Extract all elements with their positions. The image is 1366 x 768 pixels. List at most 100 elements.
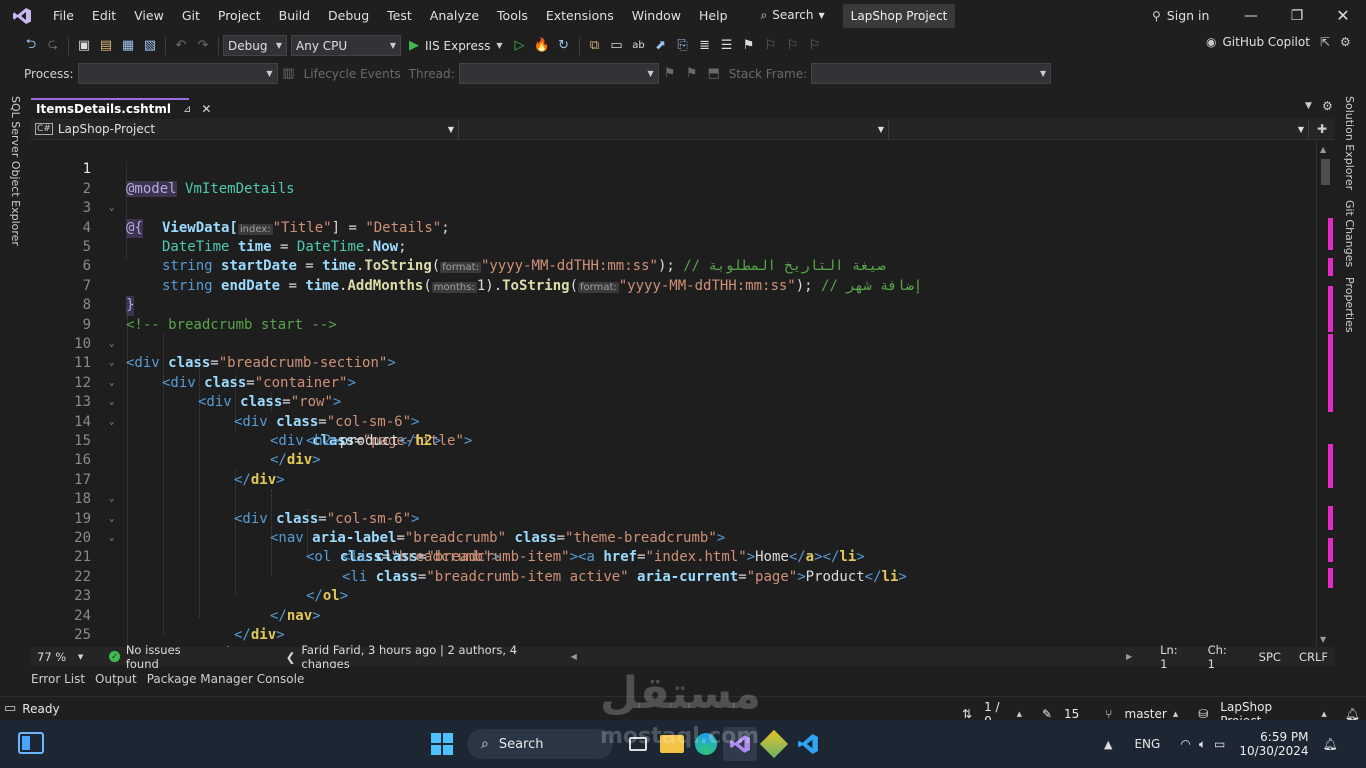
repository-icon[interactable]: ⛁ <box>1192 707 1214 721</box>
start-debugging-button[interactable]: ▶ IIS Express ▼ <box>409 38 503 53</box>
sql-server-object-explorer-tab[interactable]: SQL Server Object Explorer <box>9 96 22 246</box>
comment-icon[interactable]: ☰ <box>716 35 738 57</box>
stack-frame-select[interactable]: ▼ <box>811 63 1052 84</box>
horizontal-scrollbar[interactable] <box>577 656 1126 657</box>
refresh-icon[interactable]: ↻ <box>553 35 575 57</box>
zoom-select[interactable]: 77 % ▼ <box>31 650 89 664</box>
show-threads-icon[interactable]: ⚑ <box>681 63 703 85</box>
widgets-icon[interactable] <box>18 732 44 754</box>
lifecycle-label[interactable]: Lifecycle Events <box>300 67 405 81</box>
scroll-down-icon[interactable]: ▼ <box>1320 635 1326 644</box>
prev-bookmark-icon[interactable]: ⚐ <box>760 35 782 57</box>
sync-icon[interactable]: ⇅ <box>956 707 978 721</box>
wifi-icon[interactable]: ◠ <box>1180 737 1190 751</box>
configuration-select[interactable]: Debug ▼ <box>223 35 287 56</box>
stack-icon[interactable]: ⬒ <box>703 63 725 85</box>
hot-reload-icon[interactable]: 🔥 <box>531 35 553 57</box>
type-scope-select[interactable]: ▼ <box>459 119 889 139</box>
branch-icon[interactable]: ⑂ <box>1099 707 1118 721</box>
tab-overflow-icon[interactable]: ▼ <box>1305 101 1312 111</box>
scroll-thumb[interactable] <box>1321 159 1330 185</box>
line-ending-indicator[interactable]: CRLF <box>1293 650 1334 664</box>
menu-git[interactable]: Git <box>173 0 209 31</box>
next-bookmark-icon[interactable]: ⚐ <box>782 35 804 57</box>
menu-extensions[interactable]: Extensions <box>537 0 623 31</box>
git-changes-tab[interactable]: Git Changes <box>1343 200 1356 267</box>
branch-name[interactable]: master <box>1119 707 1173 721</box>
package-manager-console-tab[interactable]: Package Manager Console <box>142 672 310 686</box>
split-editor-icon[interactable]: ✚ <box>1309 122 1327 136</box>
menu-tools[interactable]: Tools <box>488 0 537 31</box>
restore-icon[interactable]: ❐ <box>1274 0 1320 31</box>
code-editor[interactable]: 1 @model VmItemDetails 2 ⌄ @{ 3 ViewData… <box>31 141 1314 647</box>
pencil-icon[interactable]: ✎ <box>1036 707 1058 721</box>
menu-debug[interactable]: Debug <box>319 0 378 31</box>
redo-icon[interactable]: ↷ <box>192 35 214 57</box>
menu-build[interactable]: Build <box>270 0 319 31</box>
open-folder-icon[interactable]: ▤ <box>95 35 117 57</box>
minimize-icon[interactable]: — <box>1228 0 1274 31</box>
windows-start-icon[interactable] <box>425 727 459 761</box>
indent-icon[interactable]: ≣ <box>694 35 716 57</box>
column-indicator[interactable]: Ch: 1 <box>1202 643 1243 671</box>
close-icon[interactable]: ✕ <box>1320 0 1366 31</box>
project-scope-select[interactable]: C# LapShop-Project ▼ <box>31 119 459 139</box>
notification-icon[interactable]: 🔔︎ <box>1323 737 1338 751</box>
member-scope-select[interactable]: ▼ <box>889 119 1309 139</box>
git-blame-info[interactable]: ❮ Farid Farid, 3 hours ago | 2 authors, … <box>280 643 565 671</box>
document-tab[interactable]: ItemsDetails.cshtml ⊿ ✕ <box>31 98 211 118</box>
battery-icon[interactable]: ▭ <box>1214 737 1225 751</box>
search-button[interactable]: ⌕ Search ▼ <box>753 0 833 31</box>
sql-tool-icon[interactable] <box>757 727 791 761</box>
menu-file[interactable]: File <box>44 0 83 31</box>
flag-thread-icon[interactable]: ⚑ <box>659 63 681 85</box>
pin-icon[interactable]: ⊿ <box>183 104 191 115</box>
line-indicator[interactable]: Ln: 1 <box>1154 643 1194 671</box>
menu-edit[interactable]: Edit <box>83 0 125 31</box>
taskbar-search-box[interactable]: ⌕ Search <box>467 729 613 759</box>
menu-analyze[interactable]: Analyze <box>421 0 488 31</box>
scroll-up-icon[interactable]: ▲ <box>1320 145 1326 154</box>
github-copilot-button[interactable]: ◉ GitHub Copilot ⇱ ⚙ <box>1206 35 1351 49</box>
tray-chevron-up-icon[interactable]: ▲ <box>1104 738 1112 751</box>
notifications-bell-icon[interactable]: 🔔︎ <box>1339 707 1366 721</box>
clock[interactable]: 6:59 PM 10/30/2024 <box>1239 730 1308 758</box>
platform-select[interactable]: Any CPU ▼ <box>291 35 401 56</box>
menu-project[interactable]: Project <box>209 0 270 31</box>
whitespace-indicator[interactable]: SPC <box>1253 650 1287 664</box>
thread-select[interactable]: ▼ <box>458 63 659 84</box>
sign-in-button[interactable]: ⚲ Sign in <box>1152 0 1209 31</box>
close-tab-icon[interactable]: ✕ <box>201 102 211 116</box>
process-select[interactable]: ▼ <box>77 63 278 84</box>
forward-icon[interactable]: ⮎ <box>42 35 64 57</box>
back-icon[interactable]: ⮌ <box>20 35 42 57</box>
solution-explorer-tab[interactable]: Solution Explorer <box>1343 96 1356 190</box>
copy-icon[interactable]: ⎘ <box>672 35 694 57</box>
start-without-debugging-icon[interactable]: ▷ <box>509 35 531 57</box>
gear-icon[interactable]: ⚙ <box>1322 99 1333 113</box>
menu-help[interactable]: Help <box>690 0 737 31</box>
undo-icon[interactable]: ↶ <box>170 35 192 57</box>
issues-indicator[interactable]: ✓ No issues found <box>103 643 219 671</box>
horizontal-scroll-right-icon[interactable]: ▶ <box>1126 652 1132 661</box>
properties-tab[interactable]: Properties <box>1343 277 1356 333</box>
input-language[interactable]: ENG <box>1134 737 1160 751</box>
menu-window[interactable]: Window <box>623 0 690 31</box>
vscode-icon[interactable] <box>791 727 825 761</box>
error-list-tab[interactable]: Error List <box>26 672 90 686</box>
save-all-icon[interactable]: ▧ <box>139 35 161 57</box>
volume-icon[interactable]: 🔈︎ <box>1199 737 1206 752</box>
lifecycle-icon[interactable]: ▥ <box>278 63 300 85</box>
browser-link-icon[interactable]: ⧉ <box>584 35 606 57</box>
layout-icon[interactable]: ▭ <box>606 35 628 57</box>
output-tab[interactable]: Output <box>90 672 142 686</box>
spell-check-icon[interactable]: ab <box>628 35 650 57</box>
bookmark-icon[interactable]: ⚑ <box>738 35 760 57</box>
select-element-icon[interactable]: ⬈ <box>650 35 672 57</box>
save-icon[interactable]: ▦ <box>117 35 139 57</box>
menu-test[interactable]: Test <box>378 0 421 31</box>
clear-bookmarks-icon[interactable]: ⚐ <box>804 35 826 57</box>
menu-view[interactable]: View <box>125 0 173 31</box>
visual-studio-logo-icon[interactable] <box>0 0 44 31</box>
pending-changes-count[interactable]: 15 <box>1058 707 1085 721</box>
